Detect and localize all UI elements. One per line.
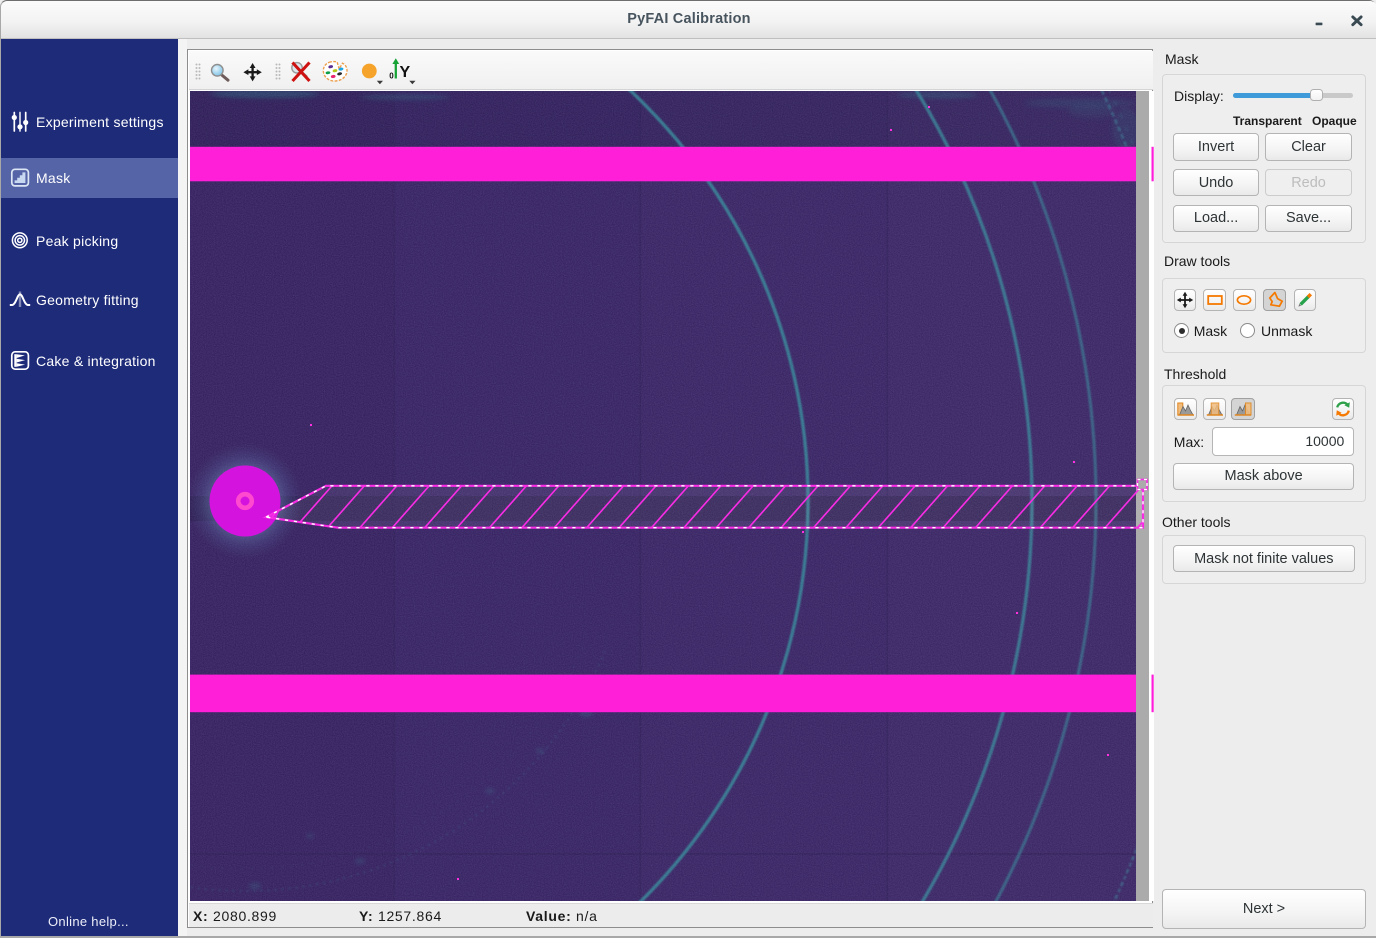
svg-text:0: 0 [389,72,394,81]
svg-text:Y: Y [400,64,411,81]
